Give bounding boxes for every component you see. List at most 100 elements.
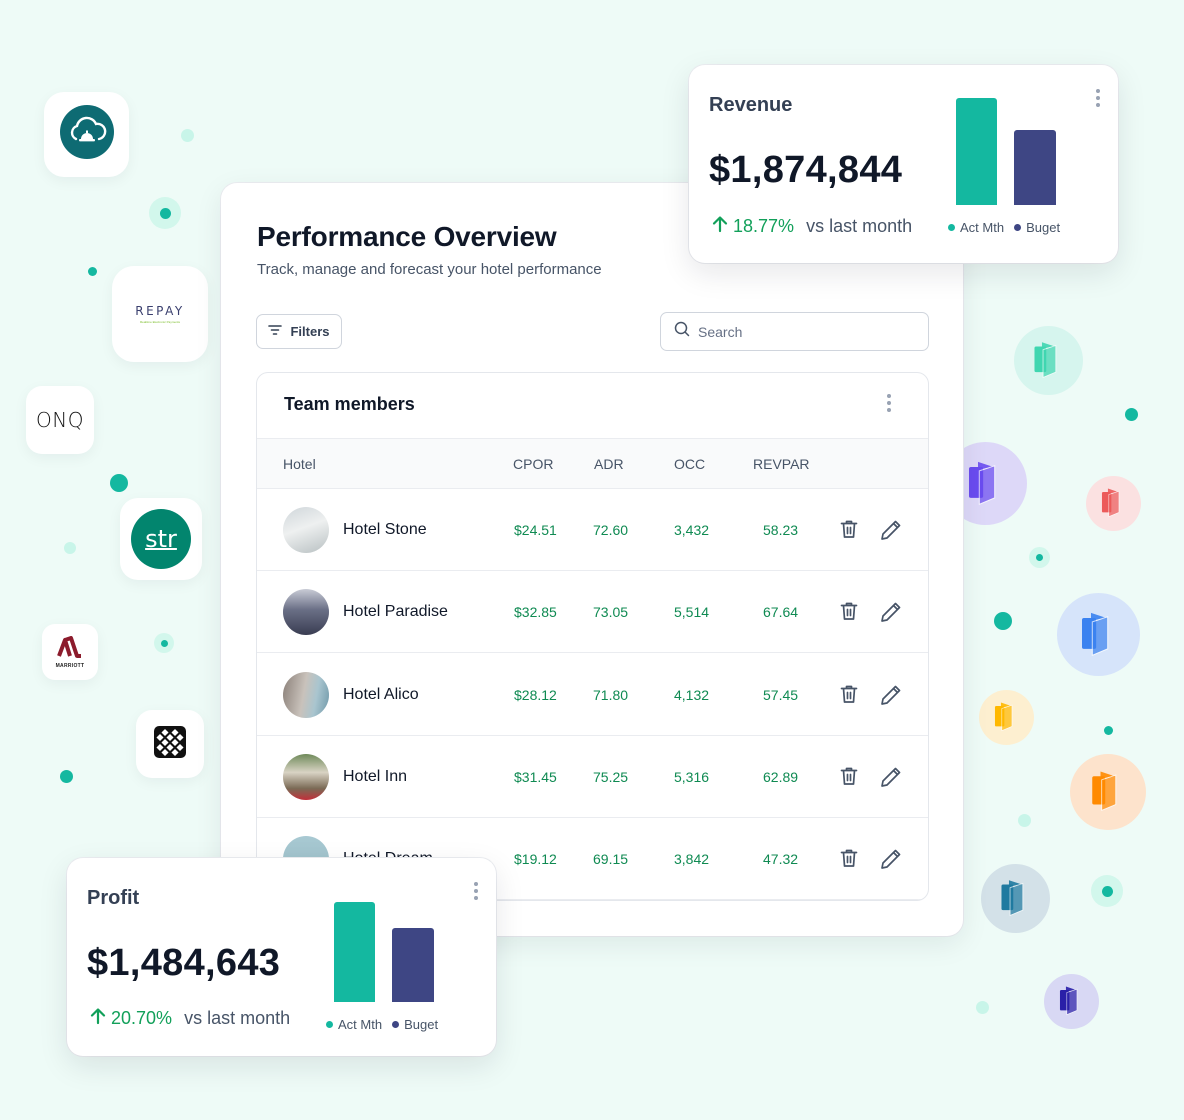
edit-button[interactable] <box>879 765 903 794</box>
pencil-icon <box>881 602 901 623</box>
marriott-logo-mark <box>57 635 83 663</box>
cell-occ: 5,316 <box>674 768 710 785</box>
table-more-options-button[interactable] <box>887 394 891 412</box>
cell-occ: 3,842 <box>674 851 710 868</box>
repay-tagline: Realtime Electronic Payments <box>139 320 180 324</box>
revenue-title: Revenue <box>709 94 793 116</box>
arrow-up-icon <box>711 215 729 238</box>
trash-icon <box>840 685 858 703</box>
revenue-legend: Act Mth Buget <box>948 220 1060 235</box>
decor-dot <box>149 197 181 229</box>
folded-brochure-icon <box>995 703 1013 732</box>
folded-brochure-icon <box>1034 342 1057 379</box>
marriott-logo: MARRIOTT <box>55 662 85 669</box>
page-subtitle: Track, manage and forecast your hotel pe… <box>257 261 602 278</box>
decor-dot <box>181 129 194 142</box>
app-icon-circle[interactable] <box>1044 974 1099 1029</box>
integration-onq[interactable]: ONQ <box>26 386 94 454</box>
profit-bar-budget <box>392 928 434 1002</box>
legend-act-mth: Act Mth <box>948 220 1004 235</box>
cell-adr: 71.80 <box>593 686 629 703</box>
revenue-card: Revenue $1,874,844 18.77% vs last month … <box>689 65 1118 263</box>
cell-cpor: $32.85 <box>514 604 557 621</box>
folded-brochure-icon <box>1081 612 1109 656</box>
app-icon-circle[interactable] <box>1086 476 1141 531</box>
table-row[interactable]: Hotel Paradise $32.85 73.05 5,514 67.64 <box>257 571 928 654</box>
decor-dot <box>60 770 73 783</box>
cell-revpar: 62.89 <box>763 768 799 785</box>
edit-button[interactable] <box>879 847 903 876</box>
cell-adr: 75.25 <box>593 768 629 785</box>
cell-adr: 69.15 <box>593 851 629 868</box>
app-icon-circle[interactable] <box>1070 754 1146 830</box>
performance-overview-card: Performance Overview Track, manage and f… <box>221 183 963 936</box>
cell-revpar: 47.32 <box>763 851 799 868</box>
profit-card: Profit $1,484,643 20.70% vs last month A… <box>67 858 496 1056</box>
decor-dot <box>994 612 1012 630</box>
decor-dot <box>88 267 97 276</box>
cell-revpar: 67.64 <box>763 604 799 621</box>
app-icon-circle[interactable] <box>1057 593 1140 676</box>
decor-dot <box>154 633 174 653</box>
profit-value: $1,484,643 <box>87 942 281 984</box>
pencil-icon <box>881 685 901 705</box>
delete-button[interactable] <box>838 765 860 792</box>
column-header-cpor[interactable]: CPOR <box>513 456 553 472</box>
hotel-name: Hotel Paradise <box>343 603 448 621</box>
edit-button[interactable] <box>879 518 903 547</box>
app-icon-circle[interactable] <box>981 864 1050 933</box>
lattice-logo <box>150 722 190 767</box>
integration-lattice[interactable] <box>136 710 204 778</box>
search-input[interactable] <box>698 323 918 340</box>
search-field[interactable] <box>660 312 929 351</box>
trash-icon <box>840 602 858 621</box>
column-header-adr[interactable]: ADR <box>594 456 624 472</box>
team-members-table: Team members Hotel CPOR ADR OCC REVPAR H… <box>256 372 929 901</box>
table-row[interactable]: Hotel Inn $31.45 75.25 5,316 62.89 <box>257 736 928 818</box>
pencil-icon <box>881 767 901 787</box>
hotel-avatar <box>283 507 329 553</box>
table-row[interactable]: Hotel Stone $24.51 72.60 3,432 58.23 <box>257 489 928 571</box>
edit-button[interactable] <box>879 683 903 712</box>
cell-cpor: $28.12 <box>514 686 557 703</box>
folded-brochure-icon <box>1001 880 1024 917</box>
delete-button[interactable] <box>838 518 860 545</box>
profit-more-options-button[interactable] <box>474 882 478 900</box>
legend-budget: Buget <box>1014 220 1060 235</box>
delete-button[interactable] <box>838 683 860 710</box>
integration-cloud-bell[interactable] <box>44 92 129 177</box>
revenue-bar-budget <box>1014 130 1056 205</box>
pencil-icon <box>881 849 901 870</box>
cell-cpor: $24.51 <box>514 522 557 538</box>
hotel-name: Hotel Stone <box>343 521 427 538</box>
cell-cpor: $19.12 <box>514 851 557 868</box>
integration-repay[interactable]: REPAY Realtime Electronic Payments <box>112 266 208 362</box>
filter-lines-icon <box>268 324 283 339</box>
revenue-more-options-button[interactable] <box>1096 89 1100 107</box>
integration-marriott[interactable]: MARRIOTT <box>42 624 98 680</box>
cell-adr: 72.60 <box>593 522 629 538</box>
profit-bar-act-mth <box>334 902 375 1002</box>
column-header-hotel[interactable]: Hotel <box>283 456 316 472</box>
str-logo: str <box>131 509 191 569</box>
filters-button[interactable]: Filters <box>256 314 342 349</box>
cloud-bell-icon <box>59 105 114 164</box>
column-header-revpar[interactable]: REVPAR <box>753 456 810 472</box>
folded-brochure-icon <box>968 461 996 505</box>
delete-button[interactable] <box>838 847 860 874</box>
app-icon-circle[interactable] <box>979 690 1034 745</box>
revenue-value: $1,874,844 <box>709 149 903 191</box>
app-icon-circle[interactable] <box>1014 326 1083 395</box>
revenue-change-percent: 18.77% <box>733 216 795 236</box>
delete-button[interactable] <box>838 600 860 627</box>
column-header-occ[interactable]: OCC <box>674 456 705 472</box>
edit-button[interactable] <box>879 600 903 629</box>
repay-logo: REPAY <box>135 304 185 318</box>
integration-str[interactable]: str <box>120 498 202 580</box>
onq-logo: ONQ <box>36 408 84 432</box>
profit-change-label: vs last month <box>184 1008 291 1028</box>
folded-brochure-icon <box>1060 987 1078 1016</box>
table-row[interactable]: Hotel Alico $28.12 71.80 4,132 57.45 <box>257 654 928 736</box>
cell-revpar: 58.23 <box>763 522 799 538</box>
trash-icon <box>840 520 858 538</box>
